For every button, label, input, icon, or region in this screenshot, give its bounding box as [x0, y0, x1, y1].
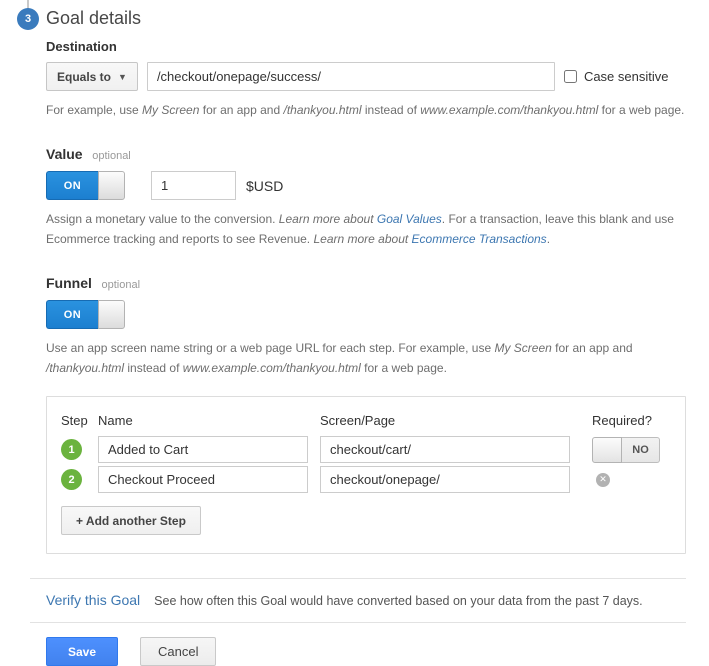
verify-this-goal-link[interactable]: Verify this Goal [46, 592, 140, 608]
step-number: 3 [25, 13, 31, 25]
funnel-step-2-screen-input[interactable] [320, 466, 570, 493]
value-label: Value [46, 146, 83, 162]
value-section: Value optional ON $USD Assign a monetary… [46, 146, 686, 249]
page-title: Goal details [46, 8, 686, 29]
funnel-optional-tag: optional [102, 279, 141, 291]
value-toggle-handle [98, 171, 125, 200]
case-sensitive-checkbox[interactable] [564, 70, 577, 83]
chevron-down-icon: ▼ [118, 72, 127, 82]
funnel-step-1-screen-input[interactable] [320, 436, 570, 463]
save-button[interactable]: Save [46, 637, 118, 666]
actions-row: Save Cancel [46, 637, 686, 666]
funnel-toggle[interactable]: ON [46, 300, 125, 329]
funnel-step-2-badge: 2 [61, 469, 82, 490]
table-row: 2 [61, 469, 98, 490]
column-header-required: Required? [592, 413, 671, 433]
funnel-section: Funnel optional ON Use an app screen nam… [46, 275, 686, 554]
currency-label: $USD [246, 178, 283, 194]
funnel-toggle-on-label: ON [46, 300, 98, 329]
destination-url-input[interactable] [147, 62, 555, 91]
required-toggle-no-label: NO [622, 437, 660, 463]
goal-value-input[interactable] [151, 171, 236, 200]
funnel-steps-box: Step Name Screen/Page Required? 1 NO 2 [46, 396, 686, 554]
value-optional-tag: optional [92, 150, 131, 162]
verify-description: See how often this Goal would have conve… [154, 594, 643, 608]
funnel-toggle-handle [98, 300, 125, 329]
divider [30, 622, 686, 623]
destination-help-text: For example, use My Screen for an app an… [46, 100, 686, 120]
destination-label: Destination [46, 39, 686, 54]
case-sensitive-label: Case sensitive [584, 69, 669, 84]
funnel-step-1-name-input[interactable] [98, 436, 308, 463]
verify-section: Verify this Goal See how often this Goal… [46, 578, 686, 623]
required-toggle-handle [592, 437, 622, 463]
column-header-step: Step [61, 413, 98, 433]
ecommerce-transactions-link[interactable]: Ecommerce Transactions [412, 232, 547, 246]
column-header-name: Name [98, 413, 320, 433]
funnel-step-1-badge: 1 [61, 439, 82, 460]
match-type-value: Equals to [57, 70, 111, 84]
value-toggle[interactable]: ON [46, 171, 125, 200]
table-row: 1 [61, 439, 98, 460]
close-icon[interactable]: ✕ [596, 473, 610, 487]
goal-details-panel: Goal details Destination Equals to ▼ Cas… [46, 8, 686, 666]
add-another-step-button[interactable]: + Add another Step [61, 506, 201, 535]
step-number-badge: 3 [17, 8, 39, 30]
match-type-dropdown[interactable]: Equals to ▼ [46, 62, 138, 91]
destination-section: Destination Equals to ▼ Case sensitive F… [46, 39, 686, 120]
value-toggle-on-label: ON [46, 171, 98, 200]
funnel-label: Funnel [46, 275, 92, 291]
column-header-screen: Screen/Page [320, 413, 592, 433]
funnel-step-2-name-input[interactable] [98, 466, 308, 493]
value-help-text: Assign a monetary value to the conversio… [46, 209, 686, 249]
funnel-help-text: Use an app screen name string or a web p… [46, 338, 686, 378]
funnel-step-1-required-toggle[interactable]: NO [592, 437, 660, 463]
cancel-button[interactable]: Cancel [140, 637, 216, 666]
goal-values-link[interactable]: Goal Values [377, 212, 442, 226]
